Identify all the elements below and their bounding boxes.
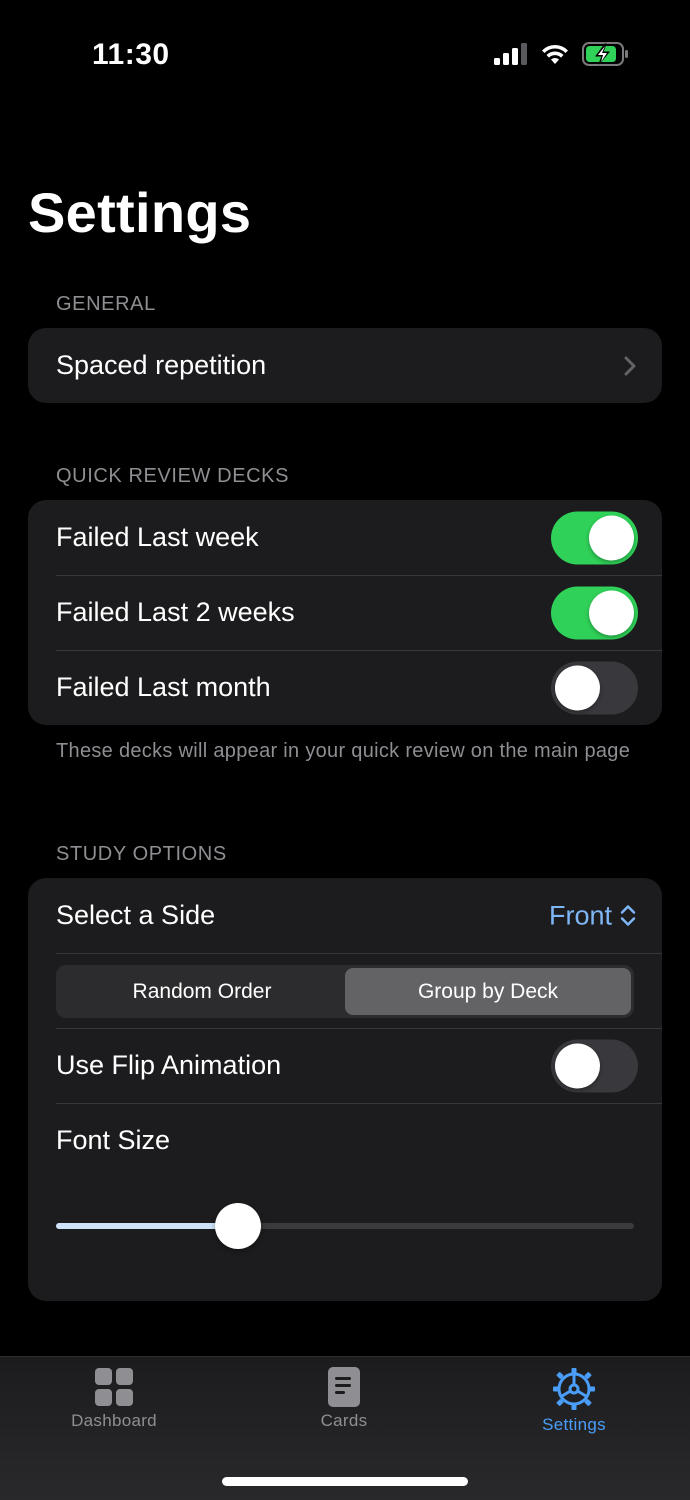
tab-settings-label: Settings	[542, 1415, 606, 1434]
font-size-row: Font Size	[28, 1103, 662, 1301]
slider-fill	[56, 1223, 239, 1229]
toggle-knob	[555, 1043, 600, 1088]
flip-animation-label: Use Flip Animation	[56, 1050, 282, 1080]
segment-random-order[interactable]: Random Order	[59, 968, 345, 1015]
chevron-up-down-icon	[620, 905, 636, 926]
flip-animation-toggle[interactable]	[551, 1039, 638, 1092]
select-side-value: Front	[548, 900, 612, 930]
failed-last-week-row: Failed Last week	[28, 500, 662, 575]
tab-cards-label: Cards	[320, 1411, 368, 1430]
failed-last-week-label: Failed Last week	[56, 522, 259, 552]
failed-last-week-toggle[interactable]	[551, 511, 638, 564]
font-size-slider[interactable]	[56, 1203, 634, 1249]
toggle-knob	[589, 590, 634, 635]
failed-last-2-weeks-label: Failed Last 2 weeks	[56, 597, 295, 627]
status-time: 11:30	[92, 38, 170, 71]
spaced-repetition-label: Spaced repetition	[56, 350, 267, 380]
select-side-row[interactable]: Select a Side Front	[28, 878, 662, 953]
quick-review-footnote: These decks will appear in your quick re…	[56, 740, 631, 762]
font-size-label: Font Size	[56, 1125, 171, 1155]
section-header-study-options: STUDY OPTIONS	[56, 843, 227, 865]
order-segmented-control: Random Order Group by Deck	[56, 965, 634, 1018]
failed-last-month-toggle[interactable]	[551, 661, 638, 714]
failed-last-month-label: Failed Last month	[56, 672, 271, 702]
section-header-quick-review: QUICK REVIEW DECKS	[56, 465, 290, 487]
battery-charging-icon	[582, 42, 628, 66]
grid-icon	[95, 1368, 133, 1406]
gear-icon	[553, 1368, 595, 1410]
section-header-general: GENERAL	[56, 293, 156, 315]
chevron-right-icon	[624, 356, 636, 375]
select-side-picker[interactable]: Front	[549, 900, 636, 931]
failed-last-2-weeks-row: Failed Last 2 weeks	[28, 575, 662, 650]
quick-review-group: Failed Last week Failed Last 2 weeks Fai…	[28, 500, 662, 725]
status-bar: 11:30	[0, 0, 690, 110]
cellular-signal-icon	[494, 43, 527, 65]
toggle-knob	[555, 665, 600, 710]
tab-settings[interactable]: Settings	[484, 1367, 664, 1435]
select-side-label: Select a Side	[56, 900, 216, 930]
general-group: Spaced repetition	[28, 328, 662, 403]
page-title: Settings	[28, 181, 252, 244]
study-options-group: Select a Side Front Random Order Group b…	[28, 878, 662, 1301]
tab-dashboard-label: Dashboard	[71, 1411, 157, 1430]
card-icon	[328, 1367, 360, 1407]
wifi-icon	[542, 44, 568, 64]
tab-cards[interactable]: Cards	[254, 1367, 434, 1431]
segment-group-by-deck[interactable]: Group by Deck	[345, 968, 631, 1015]
flip-animation-row: Use Flip Animation	[28, 1028, 662, 1103]
home-indicator	[222, 1477, 468, 1486]
spaced-repetition-row[interactable]: Spaced repetition	[28, 328, 662, 403]
order-row: Random Order Group by Deck	[28, 953, 662, 1028]
toggle-knob	[589, 515, 634, 560]
status-icons	[494, 42, 630, 66]
tab-dashboard[interactable]: Dashboard	[24, 1367, 204, 1431]
slider-thumb[interactable]	[215, 1203, 262, 1249]
failed-last-2-weeks-toggle[interactable]	[551, 586, 638, 639]
failed-last-month-row: Failed Last month	[28, 650, 662, 725]
